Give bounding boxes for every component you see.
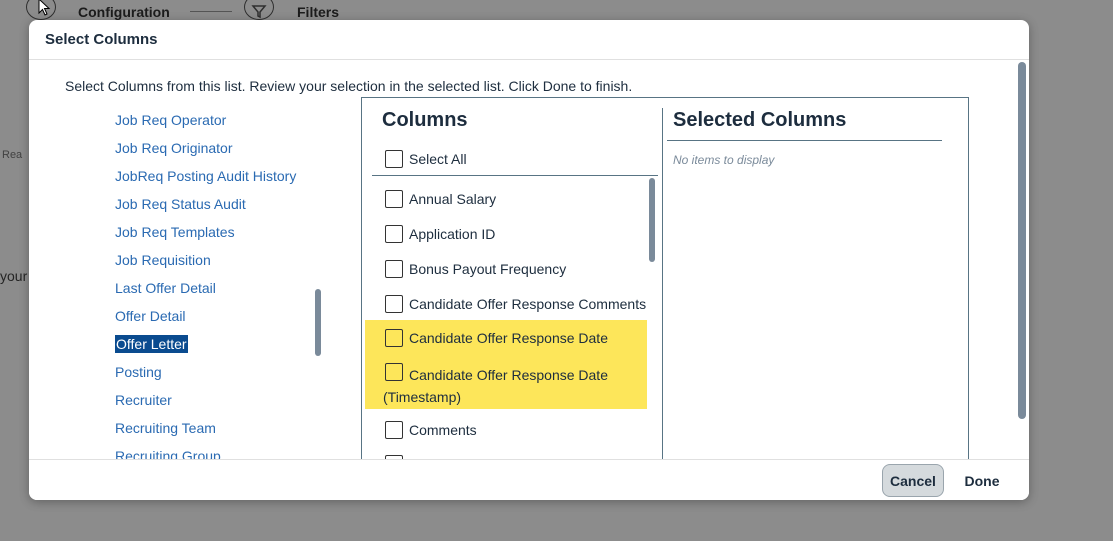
empty-state-text: No items to display [673, 153, 775, 167]
column-label: Annual Salary [409, 191, 497, 207]
list-item[interactable]: JobReq Posting Audit History [115, 167, 296, 185]
list-item[interactable]: Job Req Templates [115, 223, 235, 241]
list-item-selected[interactable]: Offer Letter [115, 334, 189, 354]
column-label: Candidate Offer Response Date [409, 330, 608, 346]
column-label: Comments [409, 422, 477, 438]
instruction-text: Select Columns from this list. Review yo… [65, 78, 633, 94]
column-item[interactable]: Bonus Payout Frequency [365, 257, 647, 283]
column-item[interactable]: Annual Salary [365, 187, 647, 213]
columns-panel: Columns Select All Annual Salary Applica… [361, 97, 969, 497]
columns-scrollbar[interactable] [649, 178, 655, 262]
list-item[interactable]: Last Offer Detail [115, 279, 216, 297]
select-all-row[interactable]: Select All [365, 147, 647, 173]
column-item-highlighted[interactable]: Candidate Offer Response Date (Timestamp… [365, 355, 647, 409]
cancel-button[interactable]: Cancel [882, 464, 944, 497]
list-item[interactable]: Job Req Originator [115, 139, 233, 157]
list-item[interactable]: Offer Detail [115, 307, 186, 325]
column-checkbox[interactable] [385, 295, 403, 313]
select-columns-dialog: Select Columns Select Columns from this … [29, 20, 1029, 500]
columns-divider [372, 175, 658, 176]
dialog-header: Select Columns [29, 20, 1029, 60]
columns-title: Columns [382, 109, 468, 131]
dialog-footer: Cancel Done [29, 459, 1029, 500]
dialog-scrollbar[interactable] [1018, 62, 1026, 419]
selected-columns-title: Selected Columns [673, 109, 847, 131]
column-label: Candidate Offer Response Date (Timestamp… [383, 367, 608, 405]
list-item[interactable]: Job Req Operator [115, 111, 226, 129]
column-item-highlighted[interactable]: Candidate Offer Response Date [365, 320, 647, 355]
column-checkbox[interactable] [385, 190, 403, 208]
column-checkbox[interactable] [385, 421, 403, 439]
column-checkbox[interactable] [385, 225, 403, 243]
selected-columns-divider [667, 140, 942, 141]
source-list-scrollbar[interactable] [315, 289, 321, 356]
panel-divider [662, 108, 663, 488]
source-list[interactable]: Job Req Operator Job Req Originator JobR… [115, 110, 325, 460]
dialog-title: Select Columns [45, 31, 158, 48]
column-label: Candidate Offer Response Comments [409, 296, 647, 312]
list-item[interactable]: Recruiting Team [115, 419, 216, 437]
column-item[interactable]: Application ID [365, 222, 647, 248]
list-item[interactable]: Job Req Status Audit [115, 195, 246, 213]
list-item[interactable]: Job Requisition [115, 251, 211, 269]
list-item[interactable]: Posting [115, 363, 162, 381]
mouse-cursor-icon [38, 0, 51, 16]
column-label: Application ID [409, 226, 496, 242]
column-checkbox[interactable] [385, 260, 403, 278]
column-checkbox[interactable] [385, 329, 403, 347]
done-button[interactable]: Done [957, 464, 1007, 497]
select-all-checkbox[interactable] [385, 150, 403, 168]
column-item[interactable]: Comments [365, 418, 647, 444]
list-item[interactable]: Recruiter [115, 391, 172, 409]
column-item[interactable]: Candidate Offer Response Comments [365, 292, 647, 318]
column-label: Bonus Payout Frequency [409, 261, 567, 277]
select-all-label: Select All [409, 151, 467, 167]
